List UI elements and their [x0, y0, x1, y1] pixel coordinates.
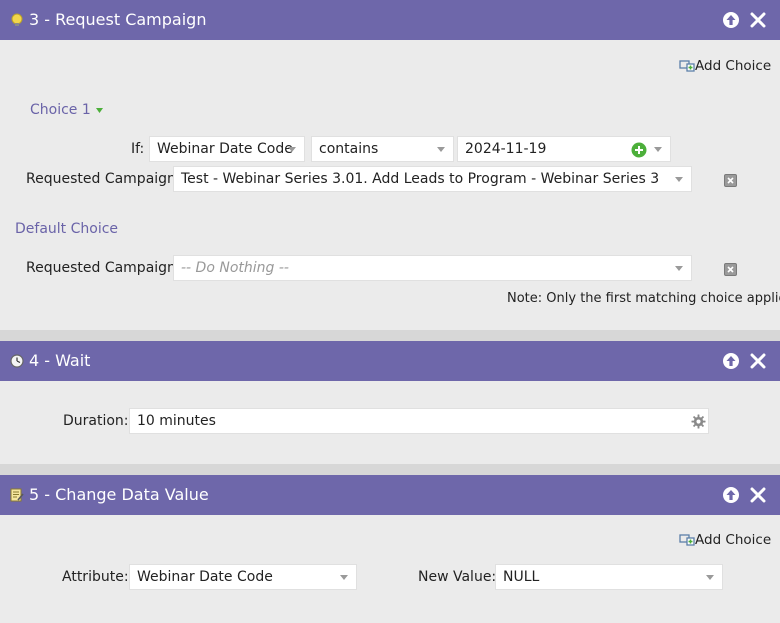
new-value-select[interactable]: NULL	[495, 564, 723, 590]
close-button[interactable]	[749, 11, 767, 29]
gear-icon[interactable]	[691, 414, 706, 429]
lightbulb-icon	[11, 13, 23, 26]
close-button[interactable]	[749, 486, 767, 504]
add-choice-label: Add Choice	[695, 532, 772, 548]
chevron-down-icon	[706, 575, 714, 580]
chevron-down-icon	[654, 147, 662, 152]
if-label: If:	[131, 141, 145, 157]
add-choice-icon	[679, 60, 695, 72]
edit-note-icon	[10, 488, 24, 502]
remove-icon	[727, 177, 734, 184]
chevron-down-icon	[340, 575, 348, 580]
new-value-label: New Value:	[418, 569, 497, 585]
requested-campaign-select[interactable]: Test - Webinar Series 3.01. Add Leads to…	[173, 166, 692, 192]
move-up-button[interactable]	[723, 353, 739, 369]
step-3-header: 3 - Request Campaign	[0, 0, 780, 40]
step-4-header: 4 - Wait	[0, 341, 780, 381]
new-value-value: NULL	[503, 569, 540, 585]
step-4-title: 4 - Wait	[29, 351, 91, 370]
default-campaign-select[interactable]: -- Do Nothing --	[173, 255, 692, 281]
duration-label: Duration:	[63, 413, 129, 429]
duration-value: 10 minutes	[137, 413, 216, 429]
close-icon	[750, 487, 766, 503]
move-up-button[interactable]	[723, 487, 739, 503]
remove-choice-button[interactable]	[724, 174, 737, 187]
chevron-down-icon	[437, 147, 445, 152]
clock-icon	[10, 354, 24, 368]
operator-select[interactable]: contains	[311, 136, 454, 162]
close-button[interactable]	[749, 352, 767, 370]
step-5-body: Add Choice Attribute: Webinar Date Code …	[0, 515, 780, 623]
triangle-down-icon	[96, 108, 104, 113]
move-up-button[interactable]	[723, 12, 739, 28]
note-text: Note: Only the first matching choice app…	[507, 291, 780, 306]
default-campaign-value: -- Do Nothing --	[181, 260, 289, 276]
default-choice-label: Default Choice	[15, 221, 119, 237]
add-choice-button[interactable]: Add Choice	[679, 532, 771, 548]
arrow-up-icon	[726, 15, 736, 25]
choice-1-label: Choice 1	[30, 102, 91, 118]
field-select-value: Webinar Date Code	[157, 141, 293, 157]
duration-input[interactable]: 10 minutes	[129, 408, 709, 434]
field-select[interactable]: Webinar Date Code	[149, 136, 305, 162]
arrow-up-icon	[726, 490, 736, 500]
value-select-value: 2024-11-19	[465, 141, 547, 157]
remove-icon	[727, 266, 734, 273]
arrow-up-icon	[726, 356, 736, 366]
default-requested-campaign-label: Requested Campaign:	[26, 260, 181, 276]
step-5-header: 5 - Change Data Value	[0, 475, 780, 515]
plus-circle-icon[interactable]	[631, 142, 647, 158]
close-icon	[750, 353, 766, 369]
step-5-title: 5 - Change Data Value	[29, 485, 209, 504]
chevron-down-icon	[288, 147, 296, 152]
attribute-select[interactable]: Webinar Date Code	[129, 564, 357, 590]
step-separator	[0, 330, 780, 341]
chevron-down-icon	[675, 266, 683, 271]
step-separator	[0, 464, 780, 475]
chevron-down-icon	[675, 177, 683, 182]
requested-campaign-label: Requested Campaign:	[26, 171, 181, 187]
add-choice-icon	[679, 534, 695, 546]
add-choice-button[interactable]: Add Choice	[679, 58, 771, 74]
close-icon	[750, 12, 766, 28]
choice-1-toggle[interactable]: Choice 1	[30, 102, 104, 118]
value-select[interactable]: 2024-11-19	[457, 136, 671, 162]
step-4-body: Duration: 10 minutes	[0, 381, 780, 464]
attribute-label: Attribute:	[62, 569, 129, 585]
attribute-value: Webinar Date Code	[137, 569, 273, 585]
step-3-title: 3 - Request Campaign	[29, 10, 207, 29]
requested-campaign-value: Test - Webinar Series 3.01. Add Leads to…	[181, 171, 660, 187]
operator-select-value: contains	[319, 141, 379, 157]
step-3-body: Add Choice Choice 1 If: Webinar Date Cod…	[0, 40, 780, 330]
add-choice-label: Add Choice	[695, 58, 772, 74]
remove-default-button[interactable]	[724, 263, 737, 276]
